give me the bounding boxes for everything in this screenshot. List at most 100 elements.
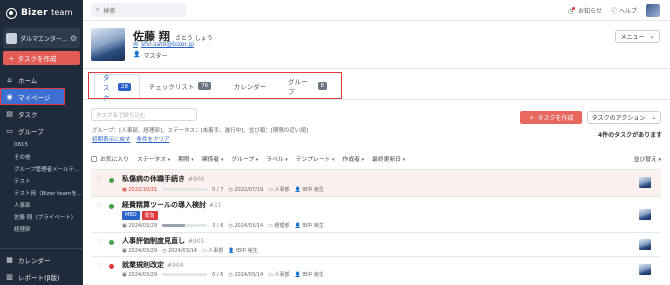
- column-status[interactable]: ステータス: [137, 154, 170, 163]
- task-due: ▣ 2024/03/29: [122, 222, 158, 229]
- favorite-star-icon[interactable]: ☆: [96, 201, 102, 209]
- user-icon: 👤: [133, 51, 141, 58]
- column-members[interactable]: 関係者: [202, 154, 224, 163]
- sidebar-item-report[interactable]: ▥ レポート(β版): [0, 268, 83, 285]
- label-badge: 緊急: [141, 211, 158, 220]
- search-icon: ⌕: [96, 6, 100, 13]
- column-due[interactable]: 期限: [178, 154, 194, 163]
- profile-email[interactable]: ✉ sho.sato@bizer.jp: [133, 41, 194, 48]
- checklist-count: 3 / 6: [212, 222, 224, 229]
- column-favorite[interactable]: お気に入り: [100, 154, 129, 163]
- status-dot: [109, 204, 114, 209]
- task-filter-input[interactable]: タスク名で絞り込む: [91, 108, 197, 121]
- column-label[interactable]: ラベル: [266, 154, 288, 163]
- sidebar-item-group[interactable]: ▭ グループ: [0, 122, 83, 139]
- table-header: お気に入り ステータス 期限 関係者 グループ ラベル テンプレート 作成者 最…: [91, 153, 661, 164]
- status-dot: [109, 178, 114, 183]
- help-icon: ⓘ: [611, 8, 618, 15]
- avatar: [639, 177, 651, 188]
- calendar-icon: ▦: [6, 255, 13, 264]
- task-owner-text: 田中 裕生: [236, 248, 258, 254]
- sidebar-group-item[interactable]: グループ管理者メールテ...: [0, 163, 83, 175]
- task-owner: 👤 田中 裕生: [228, 248, 258, 254]
- profile-role: 👤 マスター: [133, 51, 168, 60]
- report-icon: ▥: [6, 272, 13, 281]
- tab-count: 8: [317, 82, 327, 90]
- column-group[interactable]: グループ: [231, 154, 258, 163]
- task-due-text: 2024/03/29: [128, 271, 158, 278]
- task-title[interactable]: 人事評価制度見直し #901: [122, 236, 204, 246]
- task-title-text: 就業規則改定: [122, 261, 164, 269]
- task-created: ◷ 2024/03/14: [162, 247, 197, 254]
- task-created-text: 2022/07/19: [234, 186, 264, 193]
- filter-conditions: グループ：[人事部、経理部]、ステータス：[未着手、進行中]、並び順：[期限の近…: [92, 128, 309, 134]
- org-switcher[interactable]: ダルマエンター... ⚙: [3, 28, 80, 48]
- sidebar-group-item[interactable]: 佐藤 翔（プライベート）: [0, 211, 83, 223]
- favorite-star-icon[interactable]: ☆: [96, 237, 102, 245]
- checklist-count: 0 / 6: [212, 271, 224, 278]
- sidebar-group-item[interactable]: 0815: [0, 139, 83, 151]
- avatar[interactable]: [646, 4, 660, 17]
- app-logo[interactable]: Bizer team: [0, 0, 83, 26]
- task-owner-text: 田中 裕生: [302, 272, 324, 278]
- profile-divider: [83, 68, 670, 69]
- sort-dropdown[interactable]: 並び替え: [634, 154, 661, 163]
- logo-suffix: team: [51, 8, 73, 17]
- sidebar-group-item[interactable]: 経理部: [0, 223, 83, 235]
- chevron-down-icon: ⌄: [649, 33, 655, 40]
- help-button[interactable]: ⓘ ヘルプ: [611, 6, 637, 15]
- sidebar-item-mypage[interactable]: ◉ マイページ: [0, 88, 65, 105]
- task-group: ▭ 人事部: [268, 187, 290, 193]
- favorite-star-icon[interactable]: ☆: [96, 261, 102, 269]
- column-creator[interactable]: 作成者: [343, 154, 365, 163]
- task-created: ◷ 2024/03/14: [228, 271, 264, 278]
- task-created-text: 2024/03/14: [234, 222, 264, 229]
- task-title[interactable]: 経費精算ツールの導入検討 #11: [122, 200, 222, 210]
- task-action-dropdown[interactable]: タスクのアクション ⌄: [587, 111, 661, 124]
- sidebar-item-task[interactable]: ▤ タスク: [0, 105, 83, 122]
- table-row[interactable]: ☆ 経費精算ツールの導入検討 #11 MBO 緊急 ▣ 2024/03/29 3 …: [91, 196, 661, 232]
- tab-group[interactable]: グループ 8: [280, 74, 335, 98]
- sidebar-group-item[interactable]: その他: [0, 151, 83, 163]
- group-icon: ▭: [6, 126, 13, 135]
- menu-dropdown-button[interactable]: メニュー ⌄: [615, 30, 660, 43]
- table-row[interactable]: ☆ 就業規則改定 #904 ▣ 2024/03/29 0 / 6 ◷ 2024/0…: [91, 256, 661, 285]
- table-row[interactable]: ☆ 私傷病の休職手続き #900 ▣ 2022/10/31 0 / 7 ◷ 202…: [91, 169, 661, 196]
- tab-calendar[interactable]: カレンダー: [220, 74, 280, 98]
- create-task-label: タスクを作成: [537, 115, 574, 122]
- tab-task[interactable]: タスク 28: [94, 74, 140, 102]
- sidebar-item-home[interactable]: ⌂ ホーム: [0, 71, 83, 88]
- checklist-count: 0 / 7: [212, 186, 224, 193]
- notifications-button[interactable]: ◷ お知らせ: [568, 6, 602, 15]
- task-count: 4件のタスクがあります: [598, 132, 663, 139]
- select-all-checkbox[interactable]: [91, 155, 97, 162]
- table-row[interactable]: ☆ 人事評価制度見直し #901 ▣ 2024/03/29 ◷ 2024/03/1…: [91, 232, 661, 256]
- search-placeholder: 検索: [103, 7, 116, 15]
- column-template[interactable]: テンプレート: [296, 154, 335, 163]
- sidebar-group-item[interactable]: テスト用（Bizer teamを...: [0, 187, 83, 199]
- task-due-text: 2022/10/31: [128, 186, 158, 193]
- home-icon: ⌂: [7, 75, 12, 84]
- sidebar-create-task-button[interactable]: ＋ タスクを作成: [3, 51, 80, 65]
- tab-checklist[interactable]: チェックリスト 76: [140, 74, 220, 98]
- checklist-progress: [162, 224, 208, 227]
- task-group-text: 人事部: [274, 272, 290, 278]
- sidebar-group-item[interactable]: 人事部: [0, 199, 83, 211]
- search-input[interactable]: ⌕ 検索: [91, 3, 186, 17]
- gear-icon[interactable]: ⚙: [70, 34, 77, 43]
- tab-label: チェックリスト: [148, 83, 195, 91]
- task-due-text: 2024/03/29: [128, 222, 158, 229]
- sidebar-item-calendar[interactable]: ▦ カレンダー: [0, 251, 83, 268]
- tab-count: 28: [118, 82, 131, 91]
- task-title[interactable]: 私傷病の休職手続き #900: [122, 174, 204, 184]
- create-task-button[interactable]: ＋タスクを作成: [520, 111, 582, 124]
- reset-filter-link[interactable]: 初期表示に戻す: [92, 135, 131, 143]
- sidebar-group-item[interactable]: テスト: [0, 175, 83, 187]
- filter-placeholder: タスク名で絞り込む: [96, 112, 146, 119]
- favorite-star-icon[interactable]: ☆: [96, 175, 102, 183]
- column-updated[interactable]: 最終更新日: [372, 154, 405, 163]
- task-group: ▭ 経理部: [268, 223, 290, 229]
- clear-filter-link[interactable]: 条件をクリア: [137, 135, 170, 143]
- task-title[interactable]: 就業規則改定 #904: [122, 260, 183, 270]
- sidebar-item-label: グループ: [18, 127, 44, 136]
